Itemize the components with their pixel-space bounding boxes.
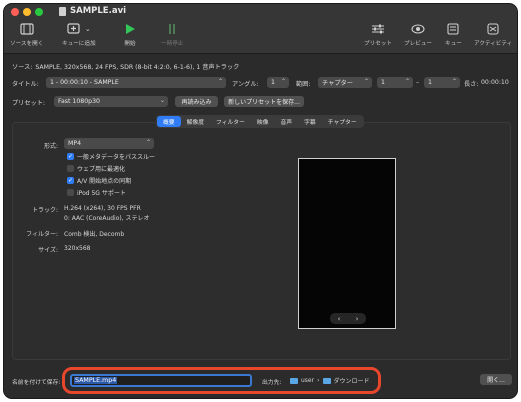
preview-navigation: ‹ › — [330, 313, 366, 324]
preview-button[interactable]: プレビュー — [404, 22, 432, 47]
range-label: 範囲: — [296, 81, 311, 88]
checkmark-icon: ✓ — [67, 176, 74, 184]
size-label: サイズ: — [38, 247, 58, 254]
add-to-queue-button[interactable]: ⌄ キューに追加 — [62, 22, 96, 47]
document-icon — [59, 6, 66, 16]
filters-value: Comb 検出, Decomb — [64, 231, 125, 238]
save-new-preset-button[interactable]: 新しいプリセットを保存... — [224, 96, 304, 107]
duration-value: 00:00:10 — [481, 79, 509, 86]
checkmark-icon: ✓ — [67, 152, 74, 160]
tracks-audio: 0: AAC (CoreAudio), ステレオ — [64, 215, 150, 222]
eye-icon — [411, 22, 425, 36]
title-label: タイトル: — [12, 81, 39, 88]
chevron-updown-icon: ⌃ — [363, 78, 369, 85]
minimize-window-button[interactable] — [23, 8, 31, 16]
angle-select[interactable]: 1 ⌃ — [267, 77, 289, 88]
av-align-checkbox[interactable]: ✓ A/V 開始地点の同期 — [67, 176, 131, 185]
handbrake-window: SAMPLE.avi ソースを開く ⌄ キューに追加 開始 一時停止 プリセット… — [3, 3, 518, 399]
tab-filters[interactable]: フィルター — [210, 116, 251, 127]
zoom-window-button[interactable] — [35, 8, 43, 16]
web-optimized-checkbox[interactable]: ウェブ用に最適化 — [67, 164, 125, 173]
path-separator: › — [317, 377, 320, 384]
save-as-filename-input[interactable]: SAMPLE.mp4 — [70, 374, 252, 387]
source-label: ソース: — [12, 63, 33, 71]
passthru-metadata-checkbox[interactable]: ✓ 一般メタデータをパススルー — [67, 152, 155, 161]
pause-button[interactable]: 一時停止 — [161, 22, 183, 47]
tracks-label: トラック: — [31, 207, 58, 214]
chevron-right-icon[interactable]: › — [356, 315, 359, 323]
chevron-updown-icon: ⌃ — [451, 78, 457, 85]
sliders-icon — [371, 22, 385, 36]
reload-preset-button[interactable]: 再読み込み — [175, 96, 218, 107]
close-window-button[interactable] — [11, 8, 19, 16]
preview-image[interactable]: ‹ › — [298, 158, 396, 329]
tab-subtitles[interactable]: 字幕 — [298, 116, 322, 127]
checkbox-empty-icon — [67, 189, 74, 196]
open-source-button[interactable]: ソースを開く — [10, 22, 43, 47]
tracks-video: H.264 (x264), 30 FPS PFR — [64, 205, 141, 212]
chevron-updown-icon: ⌃ — [145, 139, 151, 146]
preset-row: プリセット: Fast 1080p30 ⌄ 再読み込み 新しいプリセットを保存.… — [4, 94, 517, 108]
tab-dimensions[interactable]: 解像度 — [181, 116, 210, 127]
duration-label: 長さ: — [464, 81, 479, 88]
start-button[interactable]: 開始 — [124, 22, 136, 47]
source-info-row: ソース: SAMPLE, 320x568, 24 FPS, SDR (8-bit… — [4, 59, 517, 73]
filters-label: フィルター: — [26, 231, 58, 238]
format-label: 形式: — [43, 143, 58, 150]
chevron-updown-icon: ⌃ — [217, 78, 223, 85]
activity-button[interactable]: アクティビティ — [474, 22, 512, 47]
title-select[interactable]: 1 - 00:00:10 - SAMPLE ⌃ — [46, 77, 226, 88]
format-select[interactable]: MP4 ⌃ — [64, 138, 154, 149]
tab-video[interactable]: 映像 — [251, 116, 275, 127]
chevron-updown-icon: ⌃ — [280, 78, 286, 85]
ipod-support-checkbox[interactable]: iPod 5G サポート — [67, 188, 126, 197]
destination-path[interactable]: user › ダウンロード — [290, 376, 370, 385]
folder-icon — [322, 377, 331, 384]
tab-chapters[interactable]: チャプター — [322, 116, 363, 127]
size-value: 320x568 — [64, 245, 91, 252]
folder-icon — [290, 377, 298, 384]
play-icon — [124, 22, 136, 36]
destination-label: 出力先: — [262, 380, 282, 386]
preset-label: プリセット: — [12, 100, 46, 107]
title-row: タイトル: 1 - 00:00:10 - SAMPLE ⌃ アングル: 1 ⌃ … — [4, 75, 517, 89]
tab-summary[interactable]: 概要 — [157, 116, 181, 127]
queue-button[interactable]: キュー — [445, 22, 462, 47]
toolbar: SAMPLE.avi ソースを開く ⌄ キューに追加 開始 一時停止 プリセット… — [4, 4, 517, 54]
checkbox-empty-icon — [67, 165, 74, 172]
window-title: SAMPLE.avi — [59, 6, 126, 16]
save-as-label: 名前を付けて保存: — [12, 380, 61, 386]
range-start-select[interactable]: 1 ⌃ — [377, 77, 413, 88]
range-separator: – — [416, 79, 420, 86]
range-type-select[interactable]: チャプター ⌃ — [318, 77, 372, 88]
chevron-down-icon[interactable]: ⌄ — [85, 25, 91, 33]
settings-tabs: 概要 解像度 フィルター 映像 音声 字幕 チャプター — [156, 115, 364, 128]
queue-icon — [446, 22, 460, 36]
tab-audio[interactable]: 音声 — [275, 116, 299, 127]
chevron-down-icon: ⌄ — [159, 97, 165, 104]
presets-button[interactable]: プリセット — [364, 22, 392, 47]
preset-select[interactable]: Fast 1080p30 ⌄ — [54, 96, 168, 107]
activity-log-icon — [486, 22, 500, 36]
range-end-select[interactable]: 1 ⌃ — [424, 77, 460, 88]
film-icon — [20, 22, 34, 36]
chevron-left-icon[interactable]: ‹ — [338, 315, 341, 323]
browse-button[interactable]: 開く... — [480, 374, 512, 385]
source-info: SAMPLE, 320x568, 24 FPS, SDR (8-bit 4:2:… — [35, 63, 240, 71]
angle-label: アングル: — [232, 81, 259, 88]
add-to-queue-icon — [67, 23, 80, 34]
chevron-updown-icon: ⌃ — [404, 78, 410, 85]
pause-icon — [166, 22, 178, 36]
